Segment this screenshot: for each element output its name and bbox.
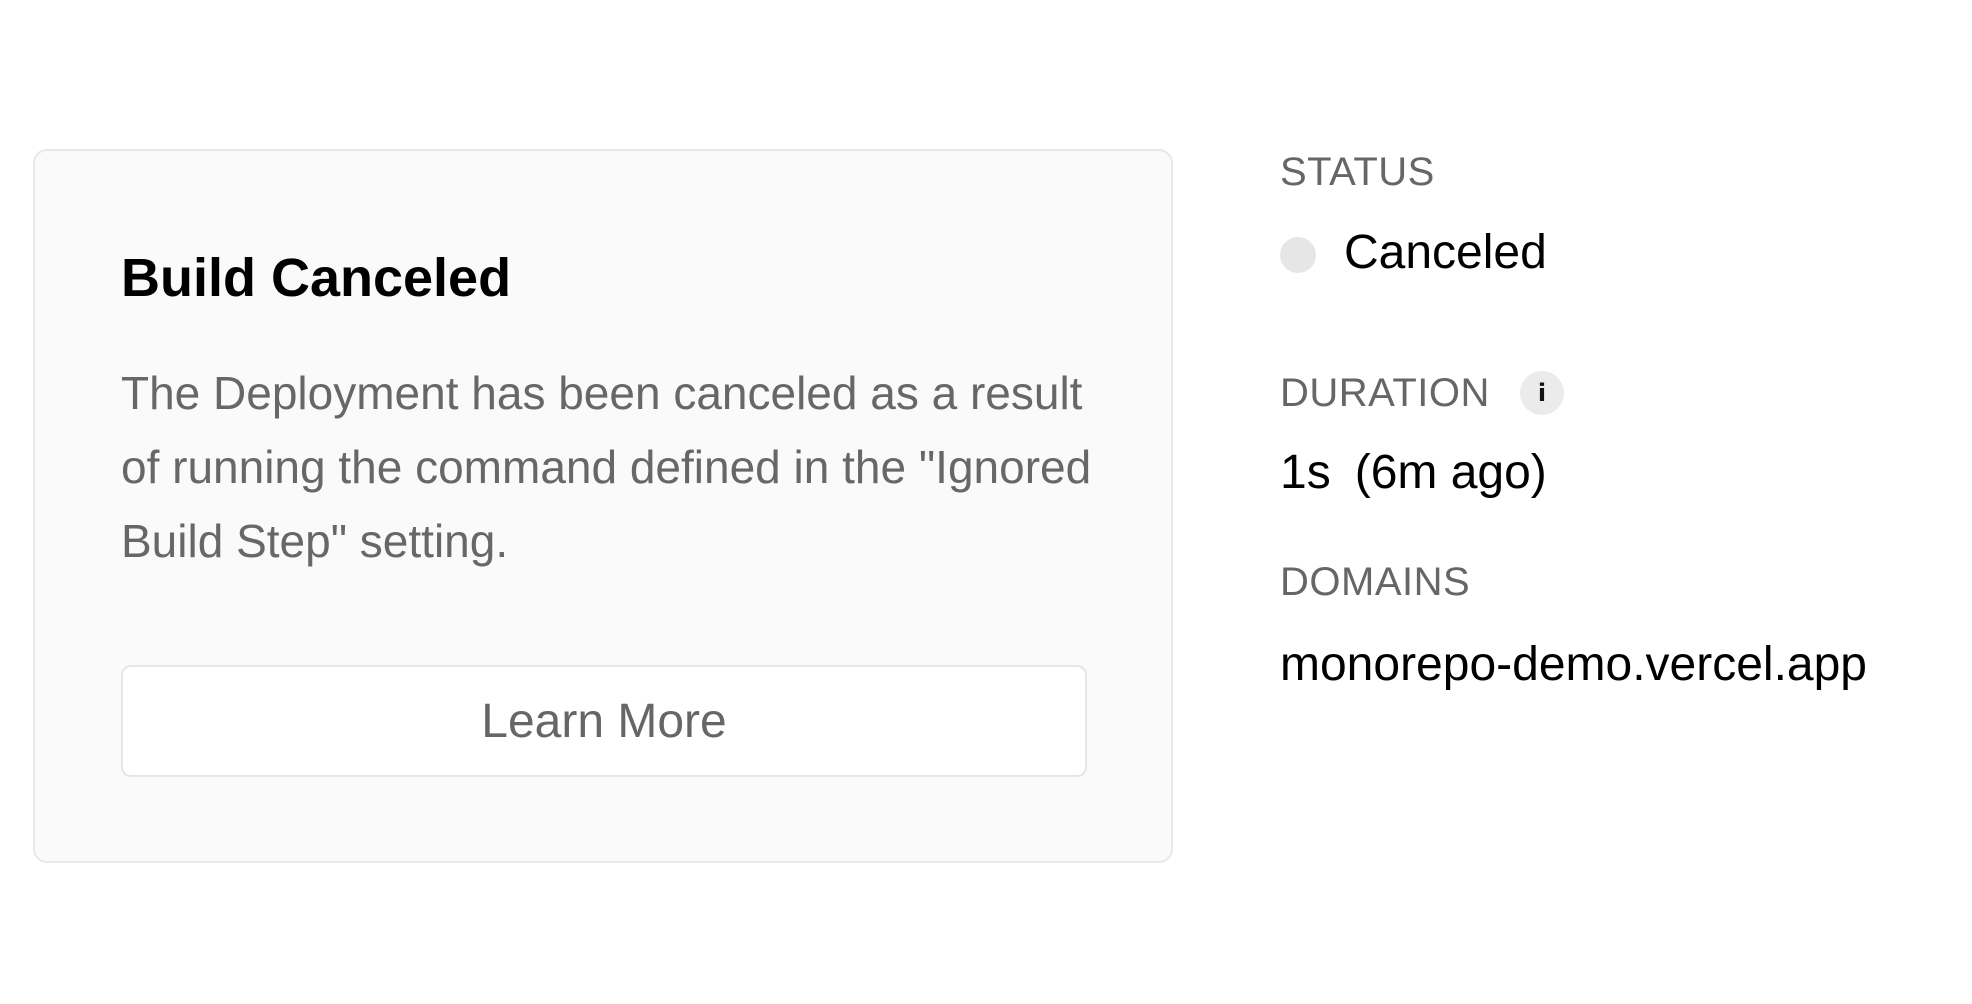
domain-link[interactable]: monorepo-demo.vercel.app [1280, 636, 1867, 694]
card-description: The Deployment has been canceled as a re… [121, 367, 1092, 567]
status-dot-icon [1280, 237, 1316, 273]
info-icon[interactable]: i [1520, 371, 1564, 415]
duration-relative: (6m ago) [1354, 446, 1547, 499]
domains-label: DOMAINS [1280, 560, 1471, 604]
learn-more-button[interactable]: Learn More [121, 665, 1087, 777]
card-title: Build Canceled [121, 248, 512, 308]
duration-label: DURATION [1280, 371, 1490, 415]
info-icon-glyph: i [1537, 379, 1547, 407]
status-label: STATUS [1280, 150, 1435, 194]
duration-value: 1s (6m ago) [1280, 444, 1547, 502]
deployment-meta: STATUS Canceled DURATION i 1s (6m ago) DO… [1280, 0, 1960, 1004]
status-value: Canceled [1344, 226, 1547, 279]
duration-time: 1s [1280, 446, 1331, 499]
build-canceled-card: Build Canceled The Deployment has been c… [33, 149, 1173, 863]
